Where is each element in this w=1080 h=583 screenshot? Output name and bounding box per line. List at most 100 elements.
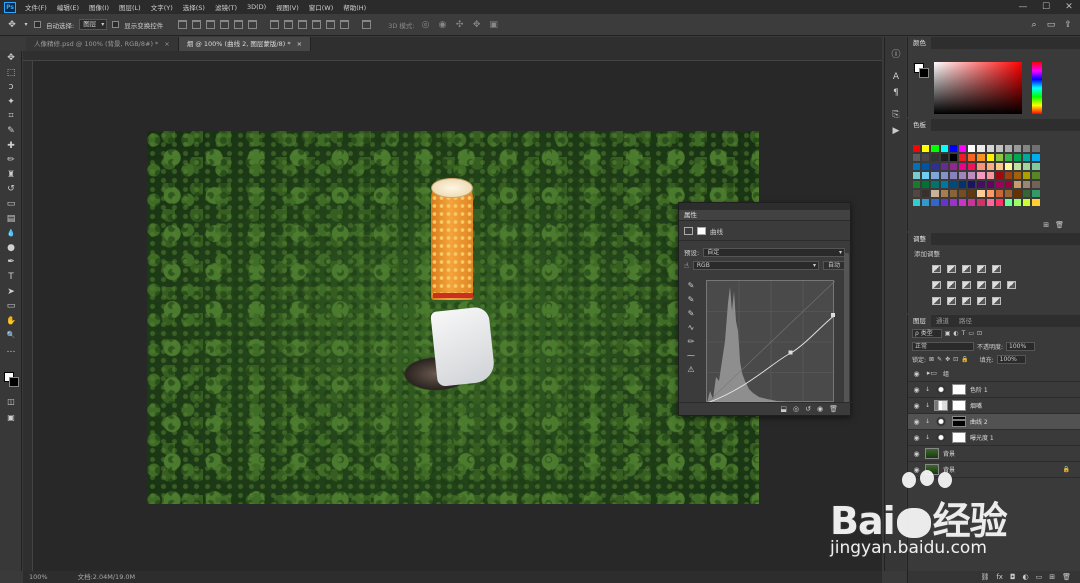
hand-adjust-icon[interactable]: ☝ xyxy=(684,261,689,270)
3d-scale-icon[interactable]: ▣ xyxy=(488,20,500,30)
tab-color[interactable]: 颜色 xyxy=(908,37,931,49)
color-swatch[interactable] xyxy=(957,171,968,180)
3d-rotate-icon[interactable]: ◎ xyxy=(420,20,432,30)
blur-icon[interactable]: 💧 xyxy=(0,226,22,241)
curves-graph[interactable] xyxy=(706,280,836,404)
color-swatch[interactable] xyxy=(930,162,940,171)
auto-align-icon[interactable] xyxy=(362,20,372,29)
color-swatch[interactable] xyxy=(921,180,931,189)
color-swatch[interactable] xyxy=(921,144,931,153)
color-swatch[interactable] xyxy=(967,189,977,198)
color-swatch[interactable] xyxy=(948,189,958,198)
color-swatch[interactable] xyxy=(921,171,931,180)
opacity-input[interactable]: 100% xyxy=(1006,342,1036,351)
brush-icon[interactable]: ✏ xyxy=(0,153,22,168)
color-swatch[interactable] xyxy=(948,162,958,171)
paragraph-icon[interactable]: ¶ xyxy=(885,85,907,101)
color-swatch[interactable] xyxy=(976,153,986,162)
marquee-icon[interactable]: ⬚ xyxy=(0,66,22,81)
menu-view[interactable]: 视图(V) xyxy=(271,2,304,12)
menu-type[interactable]: 文字(Y) xyxy=(146,2,178,12)
properties-grip[interactable] xyxy=(679,203,850,210)
color-swatch[interactable] xyxy=(957,153,968,162)
layer-row[interactable]: ◉ ▸▭ 组 xyxy=(908,366,1080,382)
color-swatch[interactable] xyxy=(921,189,931,198)
color-swatch[interactable] xyxy=(939,171,949,180)
color-swatch[interactable] xyxy=(985,198,995,207)
path-select-icon[interactable]: ➤ xyxy=(0,285,22,300)
color-swatch[interactable] xyxy=(1013,180,1023,189)
tab-swatches[interactable]: 色板 xyxy=(908,119,931,131)
color-swatch[interactable] xyxy=(1022,171,1032,180)
tab-layers[interactable]: 图层 xyxy=(908,315,931,327)
exposure-icon[interactable] xyxy=(977,265,986,273)
visibility-eye-icon[interactable]: ◉ xyxy=(912,434,921,442)
fill-input[interactable]: 100% xyxy=(996,355,1026,364)
color-swatch[interactable] xyxy=(1031,171,1041,180)
color-swatch[interactable] xyxy=(1031,180,1041,189)
color-swatch[interactable] xyxy=(939,162,949,171)
color-swatch[interactable] xyxy=(930,189,940,198)
move-icon[interactable]: ✥ xyxy=(0,51,22,66)
layer-kind-filter[interactable]: ρ 类型 xyxy=(912,329,942,338)
menu-help[interactable]: 帮助(H) xyxy=(338,2,371,12)
distribute-left-icon[interactable] xyxy=(312,20,322,29)
color-swatch[interactable] xyxy=(967,198,977,207)
lock-pixels-icon[interactable]: ⊠ xyxy=(929,356,934,363)
visibility-eye-icon[interactable]: ◉ xyxy=(912,386,921,394)
3d-roll-icon[interactable]: ◉ xyxy=(437,20,449,30)
minimize-button[interactable]: — xyxy=(1012,0,1034,14)
color-swatch[interactable] xyxy=(994,180,1004,189)
menu-file[interactable]: 文件(F) xyxy=(20,2,52,12)
layer-row[interactable]: ◉ ↓ 烟嘴 xyxy=(908,398,1080,414)
color-swatch[interactable] xyxy=(976,144,986,153)
document-canvas-photo[interactable] xyxy=(147,131,759,504)
photo-filter-icon[interactable] xyxy=(977,281,986,289)
align-bottom-icon[interactable] xyxy=(206,20,216,29)
color-swatch[interactable] xyxy=(994,153,1004,162)
visibility-eye-icon[interactable]: ◉ xyxy=(912,370,921,378)
align-vcenter-icon[interactable] xyxy=(192,20,202,29)
color-swatch[interactable] xyxy=(976,180,986,189)
color-swatch[interactable] xyxy=(930,171,940,180)
color-lookup-icon[interactable] xyxy=(1007,281,1016,289)
more-tools-icon[interactable]: … xyxy=(0,343,22,358)
color-swatch[interactable] xyxy=(939,153,949,162)
black-point-eyedropper-icon[interactable]: ✎ xyxy=(684,281,698,295)
filter-type-icon[interactable]: T xyxy=(962,330,966,337)
color-swatch[interactable] xyxy=(930,153,940,162)
curve-point-icon[interactable]: ∿ xyxy=(684,323,698,337)
layer-row[interactable]: ◉ ↓ 曲线 2 xyxy=(908,414,1080,430)
white-point-eyedropper-icon[interactable]: ✎ xyxy=(684,309,698,323)
color-swatch[interactable] xyxy=(939,180,949,189)
tab-close-icon[interactable]: × xyxy=(164,37,169,51)
color-swatch[interactable] xyxy=(1031,189,1041,198)
view-previous-icon[interactable]: ◎ xyxy=(793,405,799,413)
new-swatch-icon[interactable]: ⊞ xyxy=(1043,221,1049,229)
align-hcenter-icon[interactable] xyxy=(234,20,244,29)
tab-channels[interactable]: 通道 xyxy=(931,315,954,327)
color-swatch[interactable] xyxy=(967,153,977,162)
menu-image[interactable]: 图像(I) xyxy=(84,2,114,12)
color-swatch[interactable] xyxy=(1031,162,1041,171)
color-swatch[interactable] xyxy=(957,144,968,153)
3d-slide-icon[interactable]: ✥ xyxy=(471,20,483,30)
pen-icon[interactable]: ✒ xyxy=(0,255,22,270)
color-swatch[interactable] xyxy=(994,162,1004,171)
shape-icon[interactable]: ▭ xyxy=(0,299,22,314)
align-top-icon[interactable] xyxy=(178,20,188,29)
chevron-down-icon[interactable]: ▾ xyxy=(23,21,29,28)
color-swatch[interactable] xyxy=(1003,198,1014,207)
color-swatch[interactable] xyxy=(930,198,940,207)
actions-icon[interactable]: ▶ xyxy=(885,123,907,139)
color-swatch[interactable] xyxy=(994,198,1004,207)
color-swatch[interactable] xyxy=(985,153,995,162)
share-icon[interactable]: ⇪ xyxy=(1062,20,1074,30)
color-swatch[interactable] xyxy=(994,144,1004,153)
color-swatch[interactable] xyxy=(930,144,940,153)
move-tool-icon[interactable]: ✥ xyxy=(6,20,18,30)
gradient-icon[interactable]: ▤ xyxy=(0,212,22,227)
color-swatch[interactable] xyxy=(912,162,922,171)
color-swatch[interactable] xyxy=(985,171,995,180)
color-swatch[interactable] xyxy=(1003,144,1014,153)
